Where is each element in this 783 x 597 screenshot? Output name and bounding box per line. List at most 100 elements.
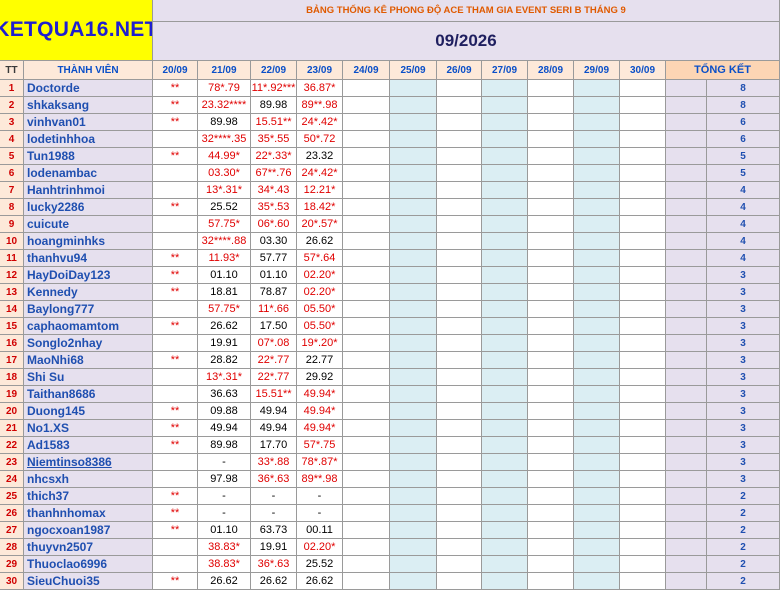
member-name[interactable]: nhcsxh — [24, 471, 153, 488]
result-cell[interactable]: 78*.87* — [297, 454, 343, 471]
header-date[interactable]: 24/09 — [343, 61, 390, 80]
result-cell[interactable] — [574, 131, 620, 148]
result-cell[interactable] — [390, 454, 437, 471]
result-cell[interactable] — [343, 573, 390, 590]
result-cell[interactable] — [390, 420, 437, 437]
result-cell[interactable] — [437, 505, 482, 522]
result-cell[interactable]: 26.62 — [198, 318, 251, 335]
member-name[interactable]: ngocxoan1987 — [24, 522, 153, 539]
result-cell[interactable] — [620, 267, 666, 284]
result-cell[interactable] — [390, 403, 437, 420]
result-cell[interactable] — [574, 335, 620, 352]
result-cell[interactable]: 24*.42* — [297, 114, 343, 131]
result-cell[interactable]: 01.10 — [198, 522, 251, 539]
result-cell[interactable] — [153, 556, 198, 573]
result-cell[interactable] — [153, 386, 198, 403]
result-cell[interactable] — [482, 284, 528, 301]
result-cell[interactable] — [437, 539, 482, 556]
result-cell[interactable] — [390, 386, 437, 403]
result-cell[interactable]: 03.30 — [251, 233, 297, 250]
result-cell[interactable] — [620, 573, 666, 590]
result-cell[interactable]: 49.94* — [297, 420, 343, 437]
result-cell[interactable] — [390, 471, 437, 488]
result-cell[interactable]: 18.42* — [297, 199, 343, 216]
result-cell[interactable] — [390, 573, 437, 590]
result-cell[interactable] — [528, 403, 574, 420]
result-cell[interactable] — [437, 267, 482, 284]
result-cell[interactable] — [390, 369, 437, 386]
member-name[interactable]: cuicute — [24, 216, 153, 233]
result-cell[interactable] — [343, 471, 390, 488]
result-cell[interactable] — [343, 199, 390, 216]
result-cell[interactable] — [153, 216, 198, 233]
result-cell[interactable] — [390, 199, 437, 216]
result-cell[interactable] — [343, 335, 390, 352]
result-cell[interactable] — [528, 505, 574, 522]
result-cell[interactable]: 89**.98 — [297, 97, 343, 114]
header-date[interactable]: 26/09 — [437, 61, 482, 80]
result-cell[interactable] — [574, 420, 620, 437]
result-cell[interactable]: 35*.53 — [251, 199, 297, 216]
result-cell[interactable] — [620, 148, 666, 165]
result-cell[interactable] — [574, 97, 620, 114]
result-cell[interactable]: 36.63 — [198, 386, 251, 403]
result-cell[interactable] — [528, 437, 574, 454]
result-cell[interactable] — [620, 199, 666, 216]
result-cell[interactable] — [390, 182, 437, 199]
result-cell[interactable] — [574, 199, 620, 216]
result-cell[interactable] — [390, 267, 437, 284]
result-cell[interactable] — [574, 573, 620, 590]
result-cell[interactable]: 12.21* — [297, 182, 343, 199]
result-cell[interactable] — [482, 369, 528, 386]
result-cell[interactable] — [437, 573, 482, 590]
result-cell[interactable] — [620, 216, 666, 233]
result-cell[interactable]: 26.62 — [251, 573, 297, 590]
result-cell[interactable]: 00.11 — [297, 522, 343, 539]
result-cell[interactable] — [437, 318, 482, 335]
result-cell[interactable] — [437, 471, 482, 488]
result-cell[interactable]: ** — [153, 267, 198, 284]
member-name[interactable]: Taithan8686 — [24, 386, 153, 403]
result-cell[interactable] — [153, 454, 198, 471]
result-cell[interactable] — [528, 267, 574, 284]
result-cell[interactable] — [574, 488, 620, 505]
result-cell[interactable] — [343, 403, 390, 420]
result-cell[interactable] — [343, 80, 390, 97]
result-cell[interactable] — [437, 114, 482, 131]
result-cell[interactable] — [153, 182, 198, 199]
result-cell[interactable]: 22*.33* — [251, 148, 297, 165]
member-name[interactable]: thanhvu94 — [24, 250, 153, 267]
result-cell[interactable] — [390, 522, 437, 539]
result-cell[interactable] — [153, 131, 198, 148]
result-cell[interactable]: 22*.77 — [251, 369, 297, 386]
result-cell[interactable] — [620, 471, 666, 488]
result-cell[interactable]: ** — [153, 505, 198, 522]
result-cell[interactable] — [343, 539, 390, 556]
member-name[interactable]: Ad1583 — [24, 437, 153, 454]
result-cell[interactable] — [620, 539, 666, 556]
member-name[interactable]: thuyvn2507 — [24, 539, 153, 556]
result-cell[interactable]: 25.52 — [297, 556, 343, 573]
result-cell[interactable]: 02.20* — [297, 267, 343, 284]
member-name[interactable]: SieuChuoi35 — [24, 573, 153, 590]
header-date[interactable]: 27/09 — [482, 61, 528, 80]
result-cell[interactable] — [574, 233, 620, 250]
result-cell[interactable] — [620, 454, 666, 471]
result-cell[interactable] — [528, 199, 574, 216]
result-cell[interactable] — [343, 165, 390, 182]
result-cell[interactable]: 44.99* — [198, 148, 251, 165]
header-date[interactable]: 28/09 — [528, 61, 574, 80]
result-cell[interactable] — [437, 488, 482, 505]
result-cell[interactable]: 26.62 — [297, 573, 343, 590]
result-cell[interactable]: 49.94 — [251, 420, 297, 437]
result-cell[interactable] — [390, 352, 437, 369]
result-cell[interactable] — [343, 97, 390, 114]
result-cell[interactable] — [528, 301, 574, 318]
result-cell[interactable] — [482, 233, 528, 250]
result-cell[interactable]: 33*.88 — [251, 454, 297, 471]
result-cell[interactable] — [620, 556, 666, 573]
result-cell[interactable] — [620, 233, 666, 250]
result-cell[interactable] — [482, 386, 528, 403]
result-cell[interactable]: 34*.43 — [251, 182, 297, 199]
result-cell[interactable] — [620, 97, 666, 114]
